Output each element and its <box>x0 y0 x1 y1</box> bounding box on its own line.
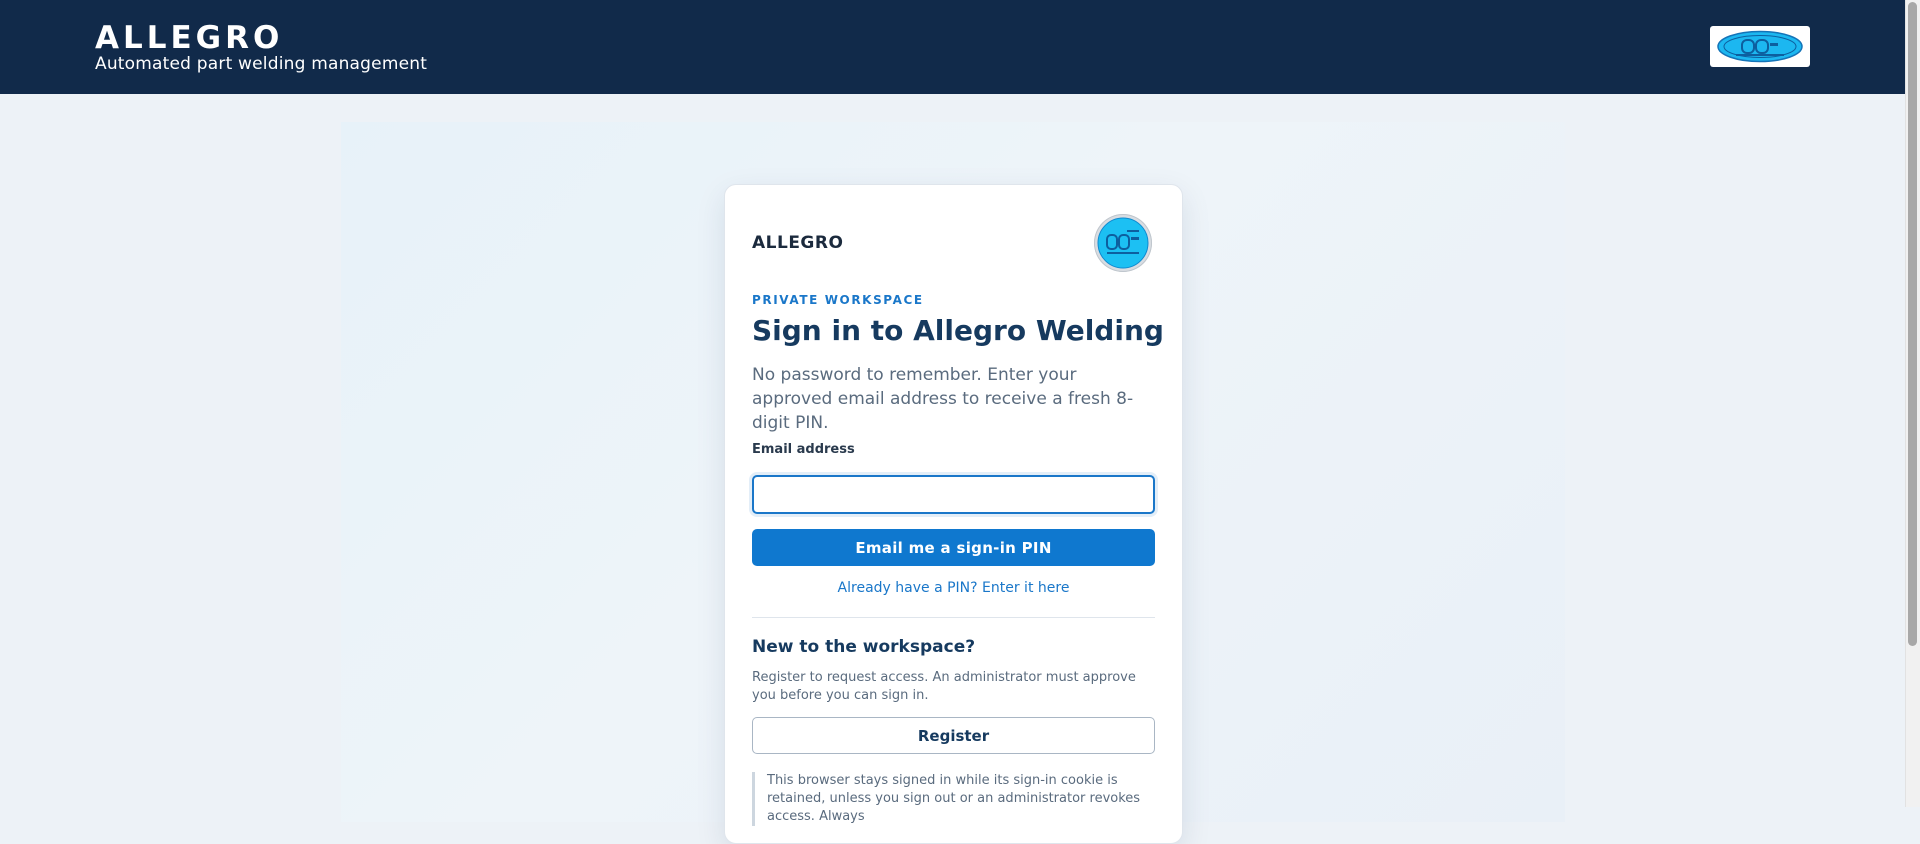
email-label: Email address <box>752 442 855 457</box>
card-brand: ALLEGRO <box>752 233 844 253</box>
company-logo-icon <box>1710 26 1810 67</box>
page-title: Sign in to Allegro Welding <box>752 314 1164 347</box>
sign-in-card: ALLEGRO PRIVATE WORKSPACE Sign in to All… <box>724 184 1183 844</box>
app-subtitle: Automated part welding management <box>95 54 428 74</box>
sign-in-description: No password to remember. Enter your appr… <box>752 365 1134 433</box>
app-title: ALLEGRO <box>95 20 284 56</box>
register-heading: New to the workspace? <box>752 637 976 657</box>
company-badge-icon <box>1094 214 1152 272</box>
enter-pin-link[interactable]: Already have a PIN? Enter it here <box>752 580 1155 596</box>
email-pin-button[interactable]: Email me a sign-in PIN <box>752 529 1155 566</box>
section-divider <box>752 617 1155 618</box>
scrollbar-thumb[interactable] <box>1908 2 1917 646</box>
workspace-eyebrow: PRIVATE WORKSPACE <box>752 293 924 307</box>
register-button[interactable]: Register <box>752 717 1155 754</box>
session-notice: This browser stays signed in while its s… <box>752 772 1155 826</box>
top-header: ALLEGRO Automated part welding managemen… <box>0 0 1905 94</box>
register-description: Register to request access. An administr… <box>752 670 1136 703</box>
email-input[interactable] <box>752 475 1155 514</box>
